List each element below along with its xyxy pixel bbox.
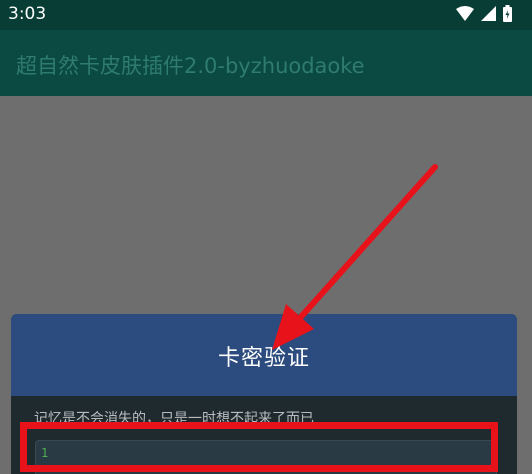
dialog-title: 卡密验证 — [217, 346, 310, 371]
battery-icon — [503, 4, 512, 26]
dialog-header: 卡密验证 — [11, 314, 517, 396]
status-icons — [456, 4, 512, 26]
signal-icon — [481, 5, 496, 25]
annotation-highlight-box — [20, 422, 498, 472]
app-bar: 超自然卡皮肤插件2.0-byzhuodaoke — [0, 30, 532, 96]
app-title: 超自然卡皮肤插件2.0-byzhuodaoke — [16, 54, 365, 78]
status-bar: 3:03 — [0, 0, 532, 30]
wifi-icon — [456, 5, 474, 25]
status-time: 3:03 — [8, 4, 47, 24]
